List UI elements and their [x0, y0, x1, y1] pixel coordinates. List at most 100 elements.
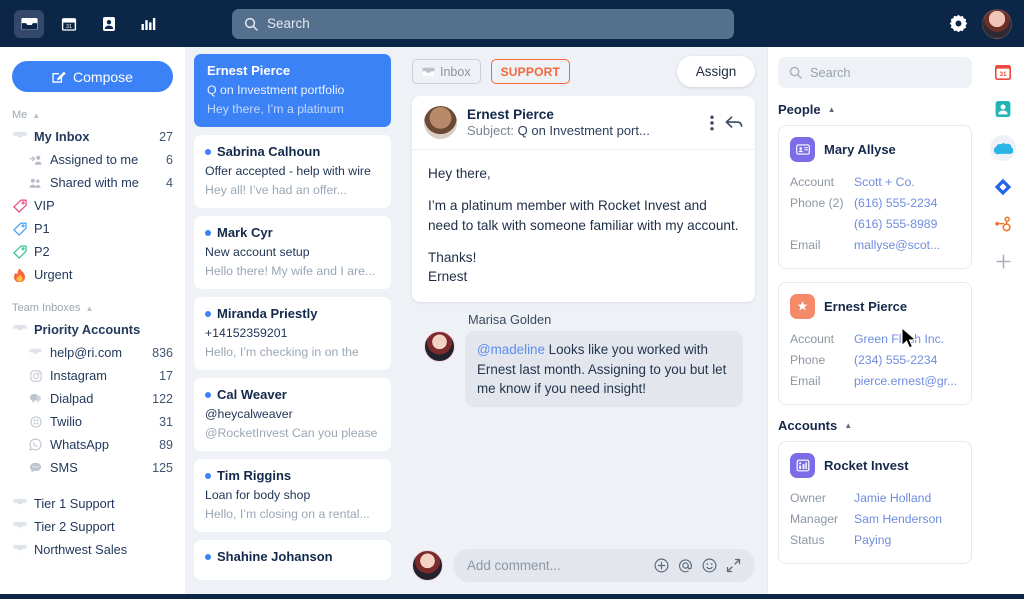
sidebar-item-assigned-to-me[interactable]: Assigned to me 6: [0, 148, 185, 171]
details-search[interactable]: Search: [778, 57, 972, 88]
sidebar-item-dialpad[interactable]: Dialpad 122: [0, 387, 185, 410]
reply-icon[interactable]: [725, 115, 743, 130]
conversation-item-tim-riggins[interactable]: Tim Riggins Loan for body shop Hello, I’…: [194, 459, 391, 532]
message-scroll-area[interactable]: Ernest Pierce Subject: Q on Investment p…: [400, 96, 767, 539]
sidebar-item-help-ri-com[interactable]: help@ri.com 836: [0, 341, 185, 364]
conversation-item-sabrina-calhoun[interactable]: Sabrina Calhoun Offer accepted - help wi…: [194, 135, 391, 208]
sidebar-item-instagram[interactable]: Instagram 17: [0, 364, 185, 387]
conversation-item-cal-weaver[interactable]: Cal Weaver @heycalweaver @RocketInvest C…: [194, 378, 391, 451]
message-card: Ernest Pierce Subject: Q on Investment p…: [412, 96, 755, 303]
field-value[interactable]: Jamie Holland: [854, 488, 931, 509]
conversation-subject: Loan for body shop: [205, 488, 311, 502]
inbox-chip[interactable]: Inbox: [412, 59, 481, 84]
add-icon[interactable]: [654, 558, 669, 573]
sidebar-item-vip[interactable]: VIP: [0, 194, 185, 217]
field-row: Status Paying: [790, 530, 960, 551]
tag-icon: [12, 245, 27, 259]
conversation-item-mark-cyr[interactable]: Mark Cyr New account setup Hello there! …: [194, 216, 391, 289]
calendar-icon[interactable]: 31: [54, 10, 84, 38]
unread-dot-icon: [205, 553, 211, 560]
conversation-preview: Hello, I’m closing on a rental...: [205, 507, 370, 521]
add-app-icon[interactable]: [992, 250, 1014, 272]
compose-icon: [52, 71, 66, 83]
conversation-name: Miranda Priestly: [205, 306, 380, 321]
sidebar-section-team-inboxes[interactable]: Team Inboxes ▲: [0, 299, 185, 318]
person-name: Mary Allyse: [824, 142, 896, 157]
fire-icon: [12, 268, 27, 282]
comment-mention[interactable]: @madeline: [477, 342, 545, 357]
field-row: Manager Sam Henderson: [790, 509, 960, 530]
conversation-item-miranda-priestly[interactable]: Miranda Priestly +14152359201 Hello, I’m…: [194, 297, 391, 370]
field-row: Email pierce.ernest@gr...: [790, 371, 960, 392]
account-card-rocket-invest[interactable]: Rocket Invest Owner Jamie Holland Manager…: [778, 440, 972, 564]
person-card-mary-allyse[interactable]: Mary Allyse Account Scott + Co. Phone (2)…: [778, 125, 972, 269]
mention-icon[interactable]: [678, 558, 693, 573]
jira-icon[interactable]: [992, 176, 1014, 198]
sidebar-item-shared-with-me[interactable]: Shared with me 4: [0, 171, 185, 194]
unread-dot-icon: [205, 148, 211, 155]
comment-input-placeholder: Add comment...: [467, 558, 561, 573]
sidebar-item-twilio[interactable]: Twilio 31: [0, 410, 185, 433]
calendar-icon[interactable]: 31: [992, 61, 1014, 83]
comment-input[interactable]: Add comment...: [453, 549, 755, 582]
message-pane: Inbox SUPPORT Assign Ernest Pierce Subje…: [400, 47, 767, 594]
conversation-name-text: Cal Weaver: [217, 387, 287, 402]
emoji-icon[interactable]: [702, 558, 717, 573]
sidebar-item-count: 89: [159, 437, 173, 452]
sidebar-item-count: 6: [166, 152, 173, 167]
global-search[interactable]: Search: [232, 8, 734, 39]
comment-composer: Add comment...: [400, 539, 767, 594]
sidebar-item-whatsapp[interactable]: WhatsApp 89: [0, 433, 185, 456]
conversation-name-text: Miranda Priestly: [217, 306, 318, 321]
details-section-accounts[interactable]: Accounts ▲: [778, 418, 972, 433]
inbox-icon[interactable]: [14, 9, 44, 38]
person-card-ernest-pierce[interactable]: Ernest Pierce Account Green Flash Inc. Ph…: [778, 281, 972, 405]
conversation-subject: @heycalweaver: [205, 407, 293, 421]
field-value[interactable]: pierce.ernest@gr...: [854, 371, 957, 392]
composer-actions: [654, 558, 741, 573]
details-section-people[interactable]: People ▲: [778, 102, 972, 117]
sidebar-item-sms[interactable]: SMS 125: [0, 456, 185, 479]
conversation-item-shahine-johanson[interactable]: Shahine Johanson: [194, 540, 391, 580]
assign-button[interactable]: Assign: [677, 56, 755, 87]
sidebar-section-me-label: Me: [12, 109, 28, 121]
field-value[interactable]: (616) 555-8989: [854, 214, 937, 235]
compose-button[interactable]: Compose: [12, 61, 173, 92]
expand-icon[interactable]: [726, 558, 741, 573]
kebab-menu-icon[interactable]: [710, 115, 714, 131]
conversation-list[interactable]: Ernest Pierce Q on Investment portfolio …: [185, 47, 400, 594]
sidebar-item-tier-1-support[interactable]: Tier 1 Support: [0, 492, 185, 515]
avatar[interactable]: [982, 8, 1012, 39]
field-value[interactable]: Green Flash Inc.: [854, 329, 944, 350]
field-value[interactable]: (234) 555-2234: [854, 350, 937, 371]
sidebar-item-my-inbox[interactable]: My Inbox 27: [0, 125, 185, 148]
app-body: Compose Me ▲ My Inbox 27 Assigned to me …: [0, 47, 1024, 594]
sidebar-item-label: Instagram: [50, 368, 107, 383]
sidebar-item-tier-2-support[interactable]: Tier 2 Support: [0, 515, 185, 538]
gear-icon[interactable]: [949, 14, 968, 33]
conversation-item-ernest-pierce[interactable]: Ernest Pierce Q on Investment portfolio …: [194, 54, 391, 127]
sidebar-item-p1[interactable]: P1: [0, 217, 185, 240]
contacts-icon[interactable]: [94, 10, 124, 38]
contacts-icon[interactable]: [992, 98, 1014, 120]
field-value[interactable]: Paying: [854, 530, 891, 551]
field-value[interactable]: mallyse@scot...: [854, 235, 940, 256]
sidebar-item-urgent[interactable]: Urgent: [0, 263, 185, 286]
sidebar-section-me[interactable]: Me ▲: [0, 106, 185, 125]
hubspot-icon[interactable]: [992, 213, 1014, 235]
sidebar-item-northwest-sales[interactable]: Northwest Sales: [0, 538, 185, 561]
assign-label: Assign: [695, 64, 737, 79]
field-value[interactable]: (616) 555-2234: [854, 193, 937, 214]
field-value[interactable]: Sam Henderson: [854, 509, 942, 530]
conversation-name-text: Tim Riggins: [217, 468, 292, 483]
sidebar-item-p2[interactable]: P2: [0, 240, 185, 263]
sidebar: Compose Me ▲ My Inbox 27 Assigned to me …: [0, 47, 185, 594]
field-value[interactable]: Scott + Co.: [854, 172, 915, 193]
sidebar-item-priority-accounts[interactable]: Priority Accounts: [0, 318, 185, 341]
salesforce-icon[interactable]: [990, 135, 1016, 161]
conversation-preview: Hello there! My wife and I are...: [205, 264, 376, 278]
support-chip[interactable]: SUPPORT: [490, 59, 571, 84]
analytics-icon[interactable]: [134, 10, 164, 38]
shared-icon: [28, 177, 43, 189]
assigned-icon: [28, 154, 43, 166]
